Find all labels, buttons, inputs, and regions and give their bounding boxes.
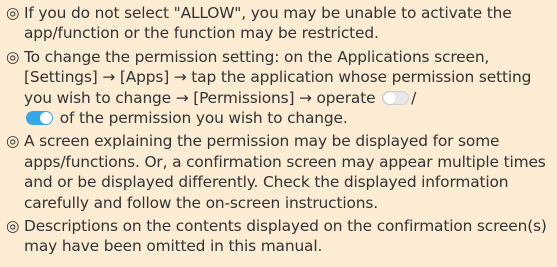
notes-panel: ◎ If you do not select "ALLOW", you may … [0, 0, 557, 267]
note-text: Descriptions on the contents displayed o… [24, 217, 547, 256]
toggle-off-icon [382, 90, 410, 105]
note-item: ◎ To change the permission setting: on t… [6, 47, 547, 129]
note-text: of the permission you wish to change. [59, 109, 348, 128]
note-bullet-icon: ◎ [6, 47, 20, 66]
note-separator: / [411, 88, 417, 107]
toggle-knob [384, 91, 397, 104]
note-item: ◎ If you do not select "ALLOW", you may … [6, 3, 547, 44]
toggle-knob [40, 112, 52, 125]
note-text: A screen explaining the permission may b… [24, 132, 546, 212]
note-bullet-icon: ◎ [6, 132, 20, 151]
note-text: To change the permission setting: on the… [24, 47, 532, 107]
note-bullet-icon: ◎ [6, 217, 20, 236]
toggle-on-icon [26, 111, 53, 126]
note-item: ◎ A screen explaining the permission may… [6, 131, 547, 213]
note-text: If you do not select "ALLOW", you may be… [24, 4, 512, 43]
note-bullet-icon: ◎ [6, 4, 20, 22]
note-item: ◎ Descriptions on the contents displayed… [6, 216, 547, 257]
